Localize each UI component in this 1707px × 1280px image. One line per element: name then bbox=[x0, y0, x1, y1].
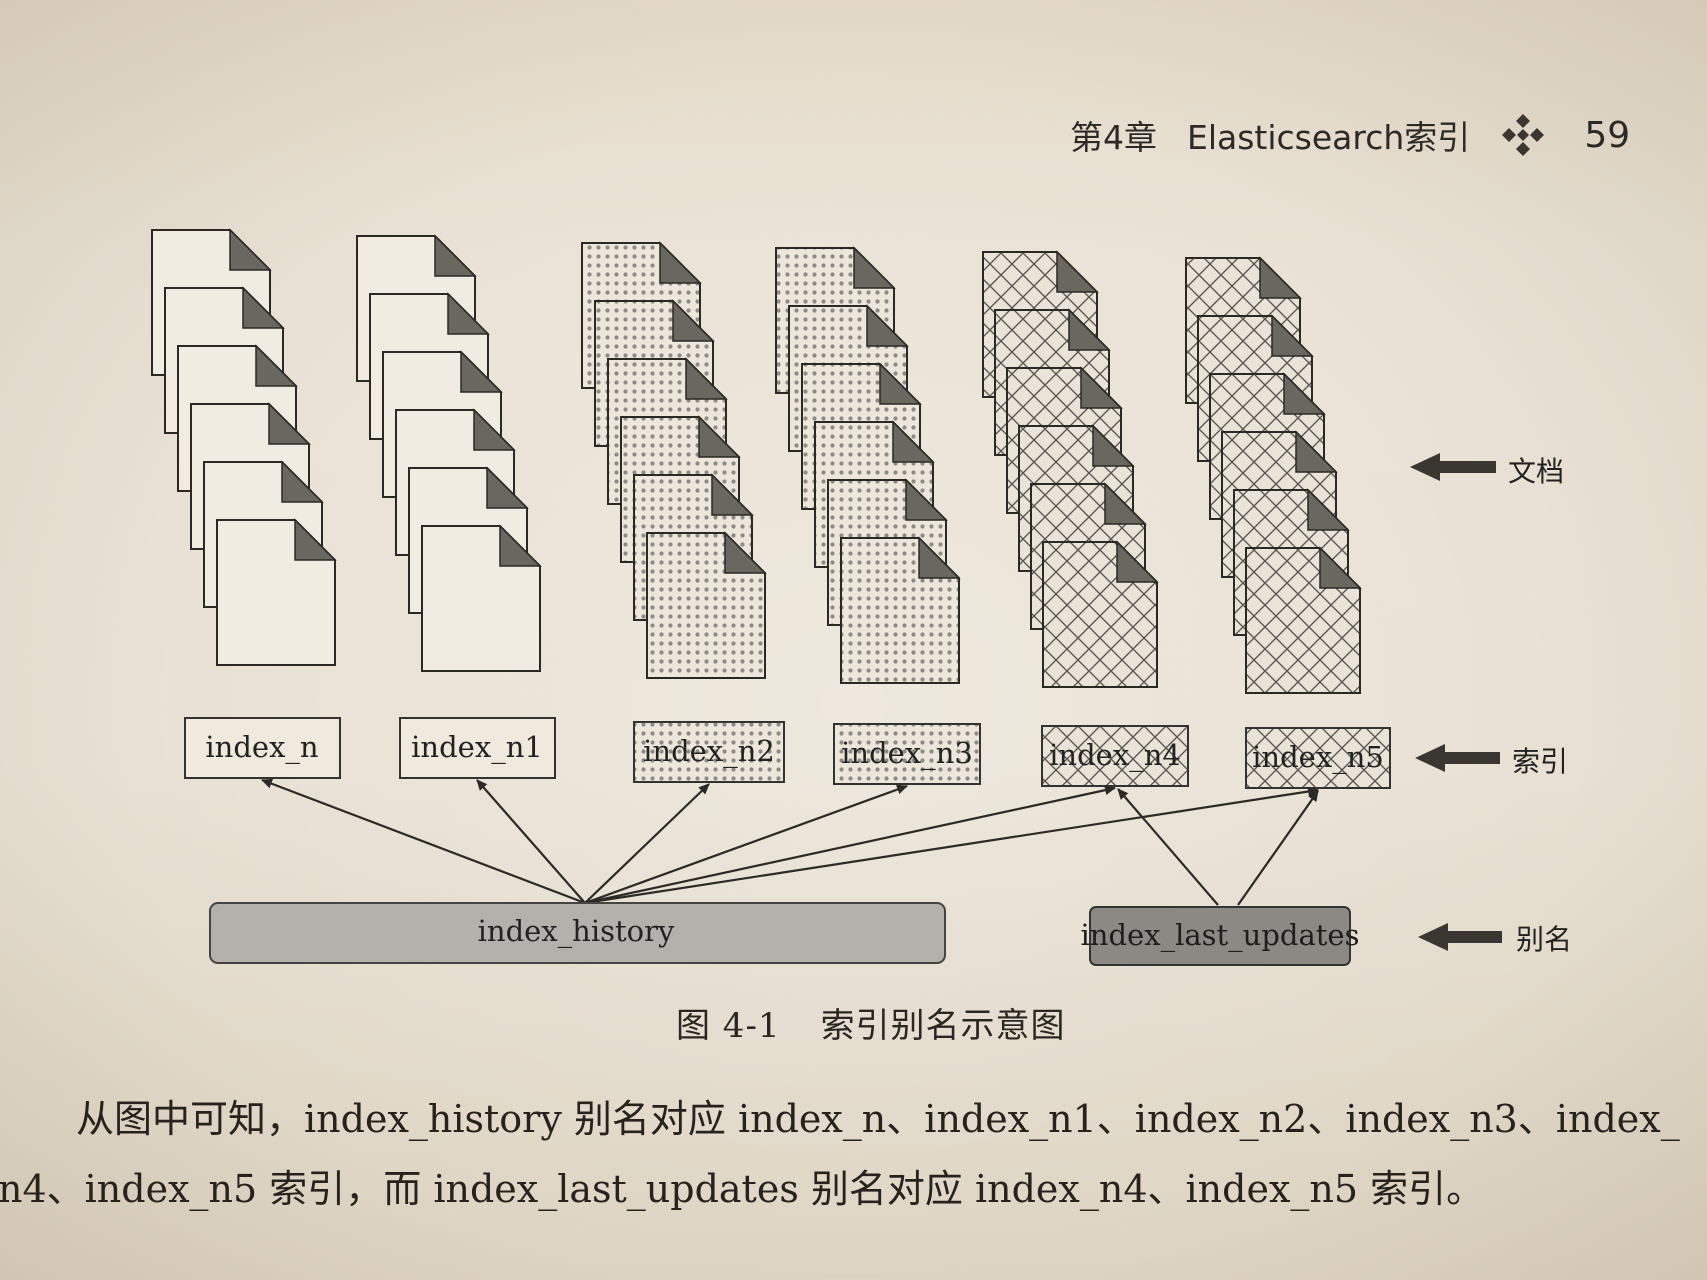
index-box-n4: index_n4 bbox=[1041, 725, 1189, 787]
index-label-n2: index_n2 bbox=[643, 734, 775, 769]
alias-box-last-updates: index_last_updates bbox=[1081, 906, 1360, 966]
document-stack-n1 bbox=[356, 234, 542, 672]
index-box-n3: index_n3 bbox=[833, 723, 981, 785]
index-label-n: index_n bbox=[205, 730, 318, 765]
arrow-history-to-n4 bbox=[584, 785, 1116, 905]
index-label-n5: index_n5 bbox=[1252, 740, 1384, 775]
legend-arrow-documents bbox=[1410, 453, 1496, 481]
document-icon bbox=[1042, 540, 1159, 688]
arrow-history-to-n1 bbox=[476, 779, 586, 904]
legend-label-index: 索引 bbox=[1512, 745, 1569, 778]
legend-arrow-alias bbox=[1418, 923, 1502, 951]
alias-label-history: index_history bbox=[478, 914, 675, 949]
index-box-n1: index_n1 bbox=[399, 717, 556, 779]
index-label-n3: index_n3 bbox=[841, 736, 973, 771]
document-stack-n bbox=[151, 228, 337, 666]
arrow-last-to-n5 bbox=[1237, 790, 1319, 906]
index-box-n2: index_n2 bbox=[633, 721, 785, 783]
arrow-history-to-n bbox=[261, 778, 586, 905]
alias-label-last-updates: index_last_updates bbox=[1081, 918, 1360, 953]
legend-label-documents: 文档 bbox=[1508, 455, 1565, 488]
document-icon bbox=[421, 524, 542, 672]
index-label-n4: index_n4 bbox=[1049, 738, 1181, 773]
index-alias-diagram: index_n index_n1 index_n2 index_n3 index… bbox=[151, 228, 1502, 966]
document-stack-n5 bbox=[1185, 256, 1362, 694]
document-icon bbox=[216, 518, 337, 666]
paragraph-line-1: 从图中可知，index_history 别名对应 index_n、index_n… bbox=[76, 1097, 1680, 1141]
document-stack-n4 bbox=[982, 250, 1159, 688]
figure-title: 索引别名示意图 bbox=[820, 1006, 1066, 1046]
figure-caption: 图 4-1 索引别名示意图 bbox=[676, 998, 1066, 1047]
arrow-last-to-n4 bbox=[1117, 788, 1219, 906]
document-stack-n2 bbox=[581, 241, 767, 679]
document-icon bbox=[646, 531, 767, 679]
document-icon bbox=[1245, 546, 1362, 694]
index-label-n1: index_n1 bbox=[411, 730, 543, 765]
arrow-history-to-n2 bbox=[584, 783, 710, 904]
alias-box-history: index_history bbox=[209, 902, 946, 964]
legend-arrow-index bbox=[1415, 744, 1500, 772]
arrow-history-to-n5 bbox=[584, 786, 1319, 905]
figure-number: 图 4-1 bbox=[676, 1006, 781, 1046]
paragraph-line-2: n4、index_n5 索引，而 index_last_updates 别名对应… bbox=[0, 1167, 1485, 1211]
document-icon bbox=[840, 536, 961, 684]
index-box-n5: index_n5 bbox=[1245, 727, 1391, 789]
index-box-n: index_n bbox=[184, 717, 341, 779]
legend-label-alias: 别名 bbox=[1516, 923, 1573, 956]
document-stack-n3 bbox=[775, 246, 961, 684]
